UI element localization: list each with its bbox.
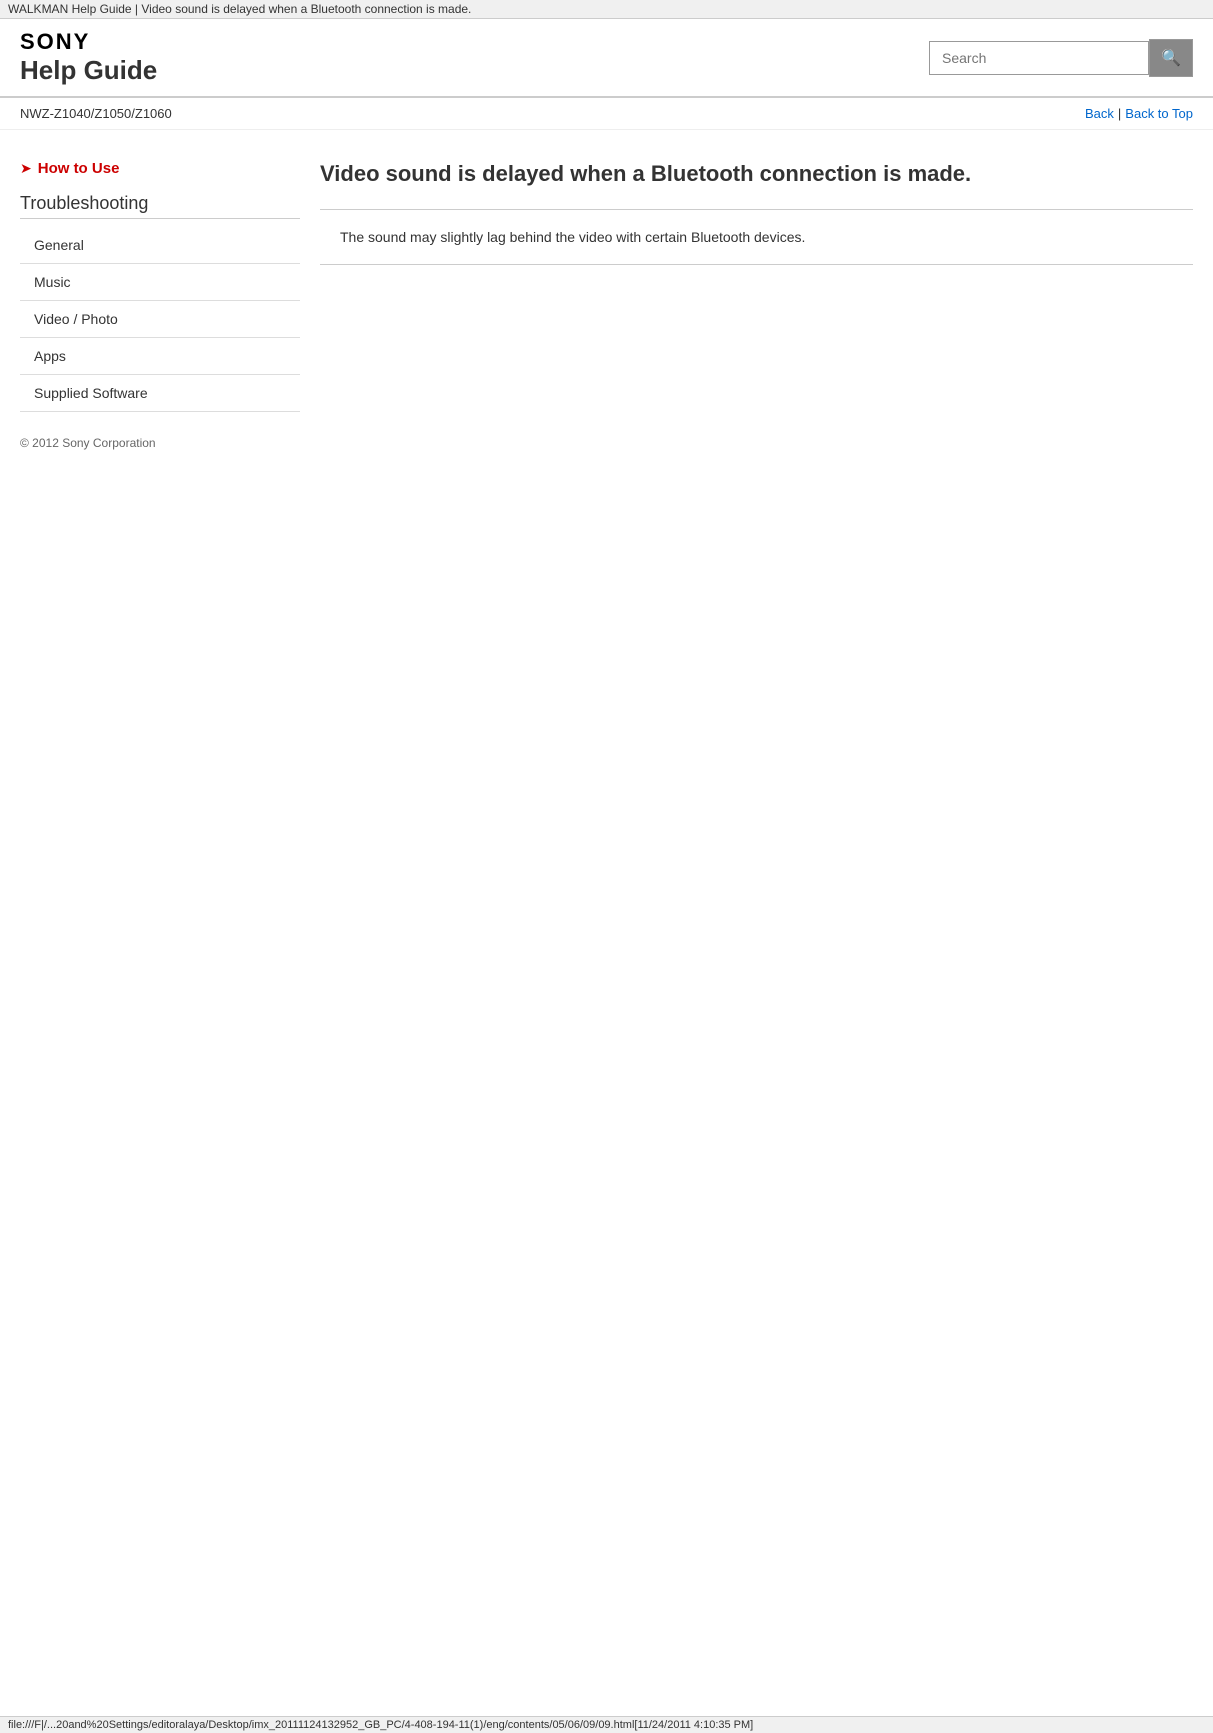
- model-number: NWZ-Z1040/Z1050/Z1060: [20, 106, 172, 121]
- sidebar-item-supplied-software[interactable]: Supplied Software: [20, 375, 300, 412]
- sidebar-item-general[interactable]: General: [20, 227, 300, 264]
- header: SONY Help Guide 🔍: [0, 19, 1213, 98]
- content-divider-top: [320, 209, 1193, 210]
- content-divider-bottom: [320, 264, 1193, 265]
- content-area: Video sound is delayed when a Bluetooth …: [320, 150, 1193, 450]
- sidebar-item-music[interactable]: Music: [20, 264, 300, 301]
- chevron-right-icon: ➤: [20, 160, 32, 177]
- browser-title: WALKMAN Help Guide | Video sound is dela…: [0, 0, 1213, 19]
- search-input[interactable]: [929, 41, 1149, 75]
- how-to-use-label[interactable]: How to Use: [38, 160, 120, 177]
- back-link[interactable]: Back: [1085, 106, 1114, 121]
- search-icon: 🔍: [1161, 48, 1181, 68]
- status-bar: file:///F|/...20and%20Settings/editorala…: [0, 1716, 1213, 1733]
- sidebar-item-video-photo[interactable]: Video / Photo: [20, 301, 300, 338]
- nav-separator: |: [1118, 106, 1121, 121]
- footer-copyright: © 2012 Sony Corporation: [20, 436, 300, 450]
- sony-logo: SONY: [20, 29, 157, 55]
- nav-bar: NWZ-Z1040/Z1050/Z1060 Back | Back to Top: [0, 98, 1213, 130]
- help-guide-title: Help Guide: [20, 55, 157, 86]
- sidebar: ➤ How to Use Troubleshooting General Mus…: [20, 150, 300, 450]
- how-to-use-section: ➤ How to Use: [20, 160, 300, 177]
- content-title: Video sound is delayed when a Bluetooth …: [320, 160, 1193, 189]
- search-button[interactable]: 🔍: [1149, 39, 1193, 77]
- nav-links: Back | Back to Top: [1085, 106, 1193, 121]
- search-section: 🔍: [929, 39, 1193, 77]
- troubleshooting-title: Troubleshooting: [20, 193, 300, 219]
- main-container: ➤ How to Use Troubleshooting General Mus…: [0, 130, 1213, 470]
- sidebar-item-apps[interactable]: Apps: [20, 338, 300, 375]
- back-to-top-link[interactable]: Back to Top: [1125, 106, 1193, 121]
- content-body: The sound may slightly lag behind the vi…: [320, 226, 1193, 248]
- logo-section: SONY Help Guide: [20, 29, 157, 86]
